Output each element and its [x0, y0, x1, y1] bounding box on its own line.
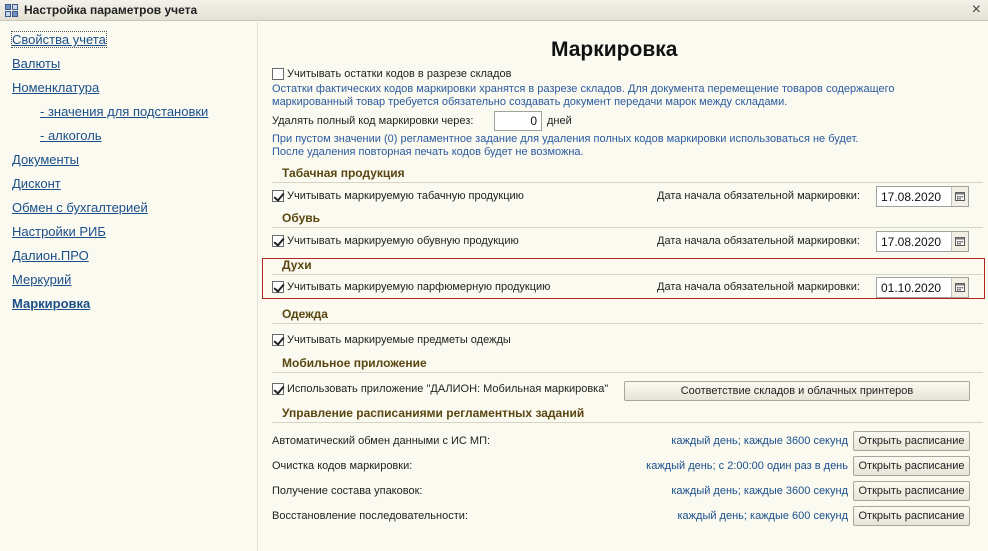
- schedule-row-label: Автоматический обмен данными с ИС МП:: [272, 435, 491, 447]
- perfume-checkbox[interactable]: [272, 281, 284, 293]
- delete-codes-unit: дней: [547, 115, 572, 127]
- warehouse-printer-mapping-button[interactable]: Соответствие складов и облачных принтеро…: [624, 381, 970, 401]
- delete-codes-days-input[interactable]: 0: [494, 111, 542, 131]
- sidebar-item-currencies[interactable]: Валюты: [12, 56, 60, 71]
- tobacco-date-label: Дата начала обязательной маркировки:: [657, 190, 860, 202]
- schedule-row-label: Очистка кодов маркировки:: [272, 460, 413, 472]
- perfume-label: Учитывать маркируемую парфюмерную продук…: [287, 281, 551, 293]
- calendar-icon[interactable]: [951, 278, 968, 297]
- delete-codes-hint-1: При пустом значении (0) регламентное зад…: [272, 133, 859, 145]
- title-bar: Настройка параметров учета ×: [0, 0, 988, 21]
- section-schedules: Управление расписаниями регламентных зад…: [282, 406, 585, 420]
- schedule-link[interactable]: каждый день; каждые 600 секунд: [678, 510, 849, 522]
- shoes-date-input[interactable]: 17.08.2020: [876, 231, 969, 252]
- clothes-label: Учитывать маркируемые предметы одежды: [287, 334, 511, 346]
- sidebar-item-mercury[interactable]: Меркурий: [12, 272, 71, 287]
- perfume-date-value: 01.10.2020: [881, 281, 942, 295]
- settings-window-icon: [5, 4, 18, 17]
- mobile-app-label: Использовать приложение "ДАЛИОН: Мобильн…: [287, 383, 609, 395]
- page-title: Маркировка: [551, 38, 678, 61]
- warehouse-stock-label: Учитывать остатки кодов в разрезе складо…: [287, 68, 512, 80]
- calendar-icon[interactable]: [951, 187, 968, 206]
- section-shoes: Обувь: [282, 211, 321, 225]
- open-schedule-button[interactable]: Открыть расписание: [853, 431, 970, 451]
- section-divider: [272, 227, 983, 228]
- shoes-label: Учитывать маркируемую обувную продукцию: [287, 235, 519, 247]
- sidebar-item-marking[interactable]: Маркировка: [12, 296, 90, 311]
- section-divider: [272, 372, 983, 373]
- close-icon[interactable]: ×: [972, 1, 981, 19]
- warehouse-stock-hint-2: маркированный товар требуется обязательн…: [272, 96, 788, 108]
- marking-settings-panel: Маркировка Учитывать остатки кодов в раз…: [262, 22, 988, 551]
- section-perfume: Духи: [282, 258, 312, 272]
- sidebar-item-documents[interactable]: Документы: [12, 152, 79, 167]
- sidebar-item-alcohol[interactable]: - алкоголь: [40, 128, 102, 143]
- section-divider: [272, 182, 983, 183]
- warehouse-stock-hint-1: Остатки фактических кодов маркировки хра…: [272, 83, 895, 95]
- schedule-link[interactable]: каждый день; с 2:00:00 один раз в день: [646, 460, 848, 472]
- sidebar-item-substitution-values[interactable]: - значения для подстановки: [40, 104, 208, 119]
- sidebar-item-nomenclature[interactable]: Номенклатура: [12, 80, 99, 95]
- open-schedule-button[interactable]: Открыть расписание: [853, 481, 970, 501]
- schedule-link[interactable]: каждый день; каждые 3600 секунд: [671, 435, 848, 447]
- open-schedule-button[interactable]: Открыть расписание: [853, 456, 970, 476]
- section-divider: [272, 274, 983, 275]
- open-schedule-button[interactable]: Открыть расписание: [853, 506, 970, 526]
- window-title: Настройка параметров учета: [24, 3, 198, 17]
- sidebar-nav: Свойства учета Валюты Номенклатура - зна…: [0, 22, 258, 551]
- section-divider: [272, 323, 983, 324]
- sidebar-item-rib-settings[interactable]: Настройки РИБ: [12, 224, 106, 239]
- sidebar-item-accounting-exchange[interactable]: Обмен с бухгалтерией: [12, 200, 148, 215]
- tobacco-label: Учитывать маркируемую табачную продукцию: [287, 190, 524, 202]
- schedule-row-label: Получение состава упаковок:: [272, 485, 423, 497]
- section-divider: [272, 422, 983, 423]
- delete-codes-hint-2: После удаления повторная печать кодов бу…: [272, 146, 584, 158]
- section-mobile-app: Мобильное приложение: [282, 356, 427, 370]
- section-clothes: Одежда: [282, 307, 328, 321]
- perfume-date-input[interactable]: 01.10.2020: [876, 277, 969, 298]
- schedule-link[interactable]: каждый день; каждые 3600 секунд: [671, 485, 848, 497]
- delete-codes-label: Удалять полный код маркировки через:: [272, 115, 474, 127]
- perfume-date-label: Дата начала обязательной маркировки:: [657, 281, 860, 293]
- sidebar-item-discount[interactable]: Дисконт: [12, 176, 61, 191]
- tobacco-date-value: 17.08.2020: [881, 190, 942, 204]
- sidebar-item-dalion-pro[interactable]: Далион.ПРО: [12, 248, 89, 263]
- schedule-row-label: Восстановление последовательности:: [272, 510, 468, 522]
- clothes-checkbox[interactable]: [272, 334, 284, 346]
- shoes-checkbox[interactable]: [272, 235, 284, 247]
- sidebar-item-accounting-properties[interactable]: Свойства учета: [11, 31, 107, 48]
- tobacco-date-input[interactable]: 17.08.2020: [876, 186, 969, 207]
- mobile-app-checkbox[interactable]: [272, 383, 284, 395]
- section-tobacco: Табачная продукция: [282, 166, 405, 180]
- shoes-date-label: Дата начала обязательной маркировки:: [657, 235, 860, 247]
- tobacco-checkbox[interactable]: [272, 190, 284, 202]
- warehouse-stock-checkbox[interactable]: [272, 68, 284, 80]
- shoes-date-value: 17.08.2020: [881, 235, 942, 249]
- calendar-icon[interactable]: [951, 232, 968, 251]
